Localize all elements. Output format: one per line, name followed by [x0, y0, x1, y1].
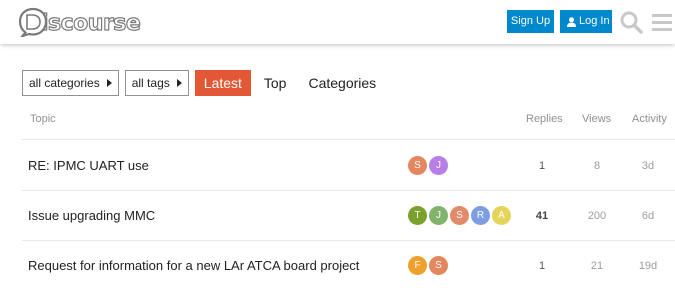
- nav-top[interactable]: Top: [255, 70, 296, 96]
- user-icon: [567, 16, 576, 27]
- header-replies[interactable]: Replies: [526, 113, 563, 125]
- avatar[interactable]: J: [429, 156, 448, 175]
- discourse-logo-icon: [18, 7, 48, 37]
- list-controls: all categories all tags Latest Top Categ…: [22, 70, 389, 96]
- tags-dropdown-label: all tags: [131, 76, 170, 90]
- avatar[interactable]: F: [408, 256, 427, 275]
- reply-count[interactable]: 1: [532, 142, 552, 190]
- topic-posters: S J: [408, 156, 450, 175]
- activity-age[interactable]: 6d: [633, 192, 663, 240]
- topic-row: Request for information for a new LAr AT…: [22, 242, 675, 290]
- avatar[interactable]: R: [471, 206, 490, 225]
- categories-dropdown-label: all categories: [29, 76, 100, 90]
- caret-right-icon: [106, 79, 112, 87]
- activity-age[interactable]: 19d: [633, 242, 663, 290]
- reply-count[interactable]: 41: [532, 192, 552, 240]
- topic-title[interactable]: Issue upgrading MMC: [28, 192, 155, 240]
- site-header: iscourse Sign Up Log In: [0, 0, 675, 44]
- avatar[interactable]: T: [408, 206, 427, 225]
- activity-age[interactable]: 3d: [633, 142, 663, 190]
- header-views[interactable]: Views: [582, 113, 611, 125]
- topic-row: Issue upgrading MMC T J S R A 41 200 6d: [22, 192, 675, 240]
- topic-posters: F S: [408, 256, 450, 275]
- topic-title[interactable]: RE: IPMC UART use: [28, 142, 149, 190]
- log-in-button[interactable]: Log In: [560, 10, 612, 33]
- divider: [22, 240, 675, 241]
- topic-list-header: Topic Replies Views Activity: [22, 113, 675, 129]
- view-count: 21: [590, 260, 604, 272]
- hamburger-menu-icon[interactable]: [650, 10, 674, 34]
- nav-latest[interactable]: Latest: [194, 70, 251, 96]
- topic-title[interactable]: Request for information for a new LAr AT…: [28, 242, 359, 290]
- view-count: 200: [587, 210, 607, 222]
- header-topic[interactable]: Topic: [30, 113, 56, 125]
- topic-posters: T J S R A: [408, 206, 513, 225]
- avatar[interactable]: A: [492, 206, 511, 225]
- avatar[interactable]: J: [429, 206, 448, 225]
- logo-wordmark: iscourse: [40, 10, 141, 36]
- divider: [22, 190, 675, 191]
- categories-dropdown[interactable]: all categories: [22, 70, 119, 96]
- header-activity[interactable]: Activity: [632, 113, 667, 125]
- avatar[interactable]: S: [450, 206, 469, 225]
- nav-categories[interactable]: Categories: [299, 70, 385, 96]
- caret-right-icon: [176, 79, 182, 87]
- sign-up-button[interactable]: Sign Up: [507, 10, 554, 33]
- topic-row: RE: IPMC UART use S J 1 8 3d: [22, 142, 675, 190]
- log-in-label: Log In: [579, 15, 610, 27]
- reply-count[interactable]: 1: [532, 242, 552, 290]
- search-icon[interactable]: [619, 10, 643, 34]
- avatar[interactable]: S: [408, 156, 427, 175]
- view-count: 8: [593, 160, 601, 172]
- avatar[interactable]: S: [429, 256, 448, 275]
- divider: [22, 139, 675, 140]
- site-logo[interactable]: iscourse: [17, 6, 141, 38]
- tags-dropdown[interactable]: all tags: [124, 70, 189, 96]
